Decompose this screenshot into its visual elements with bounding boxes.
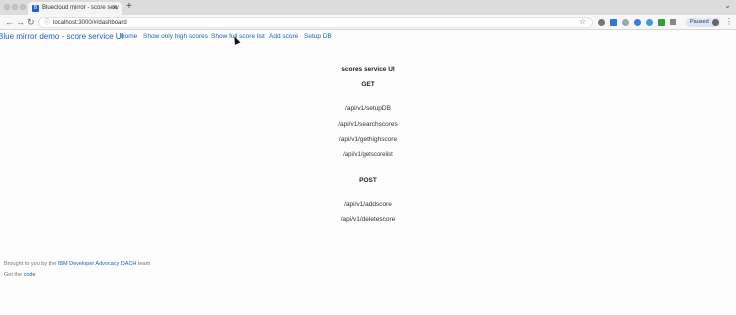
page-favicon-icon: B	[32, 5, 39, 12]
extension-icon[interactable]	[658, 19, 665, 26]
credits-line: Brought to you by the IBM Developer Advo…	[4, 261, 150, 267]
team-link[interactable]: IBM Developer Advocacy DACH	[58, 261, 137, 267]
nav-link-add-score[interactable]: Add score	[269, 33, 298, 40]
window-minimize-dot[interactable]	[12, 4, 18, 10]
extension-icon[interactable]	[610, 19, 617, 26]
tab-title: Bluecloud mirror - score serv	[42, 5, 119, 11]
code-prefix: Get the	[4, 272, 23, 278]
browser-tab-strip: B Bluecloud mirror - score serv ✕ + ⌄	[0, 0, 736, 15]
endpoint-item: /api/v1/setupDB	[345, 105, 391, 112]
browser-toolbar: ← → ↻ ⓘ localhost:3000/#/dashboard ☆ Pau…	[0, 15, 736, 30]
nav-link-home[interactable]: home	[121, 33, 137, 40]
browser-tab[interactable]: B Bluecloud mirror - score serv ✕	[28, 2, 122, 15]
menu-kebab-icon[interactable]: ⋮	[725, 17, 733, 26]
back-arrow-icon[interactable]: ←	[5, 15, 14, 30]
post-heading: POST	[359, 177, 377, 184]
endpoint-item: /api/v1/addscore	[344, 201, 392, 208]
forward-arrow-icon[interactable]: →	[16, 15, 25, 30]
extension-icon[interactable]	[670, 19, 676, 25]
profile-avatar-icon	[712, 19, 719, 26]
window-maximize-dot[interactable]	[20, 4, 26, 10]
credits-prefix: Brought to you by the	[4, 261, 57, 267]
tab-search-icon[interactable]: ⌄	[724, 1, 731, 10]
extension-icon[interactable]	[646, 19, 653, 26]
endpoint-item: /api/v1/getscorelist	[343, 152, 393, 158]
info-icon[interactable]: ⓘ	[44, 18, 50, 28]
window-close-dot[interactable]	[4, 4, 10, 10]
extension-icon[interactable]	[598, 19, 605, 26]
star-icon[interactable]: ☆	[579, 17, 586, 27]
nav-link-high-scores[interactable]: Show only high scores	[143, 33, 208, 40]
new-tab-icon[interactable]: +	[126, 1, 132, 13]
app-navbar: Blue mirror demo - score service UI home…	[0, 30, 736, 44]
page-title: scores service UI	[341, 66, 395, 73]
reload-icon[interactable]: ↻	[27, 15, 35, 30]
endpoint-item: /api/v1/searchscores	[338, 121, 398, 128]
profile-paused-button[interactable]: Paused	[686, 18, 720, 27]
paused-label: Paused	[690, 19, 709, 25]
tab-close-icon[interactable]: ✕	[112, 2, 118, 15]
code-line: Get the code	[4, 272, 36, 278]
endpoint-item: /api/v1/deletescore	[340, 216, 396, 223]
nav-link-setup-db[interactable]: Setup DB	[304, 33, 332, 40]
extension-icon[interactable]	[622, 19, 629, 26]
get-heading: GET	[361, 81, 375, 88]
code-link[interactable]: code	[24, 272, 36, 278]
address-bar[interactable]: ⓘ localhost:3000/#/dashboard ☆	[38, 17, 593, 28]
navbar-brand[interactable]: Blue mirror demo - score service UI	[0, 32, 124, 41]
credits-suffix: team	[137, 261, 151, 267]
extension-icon[interactable]	[634, 19, 641, 26]
endpoint-item: /api/v1/gethighscore	[338, 136, 398, 143]
url-text: localhost:3000/#/dashboard	[53, 20, 127, 26]
